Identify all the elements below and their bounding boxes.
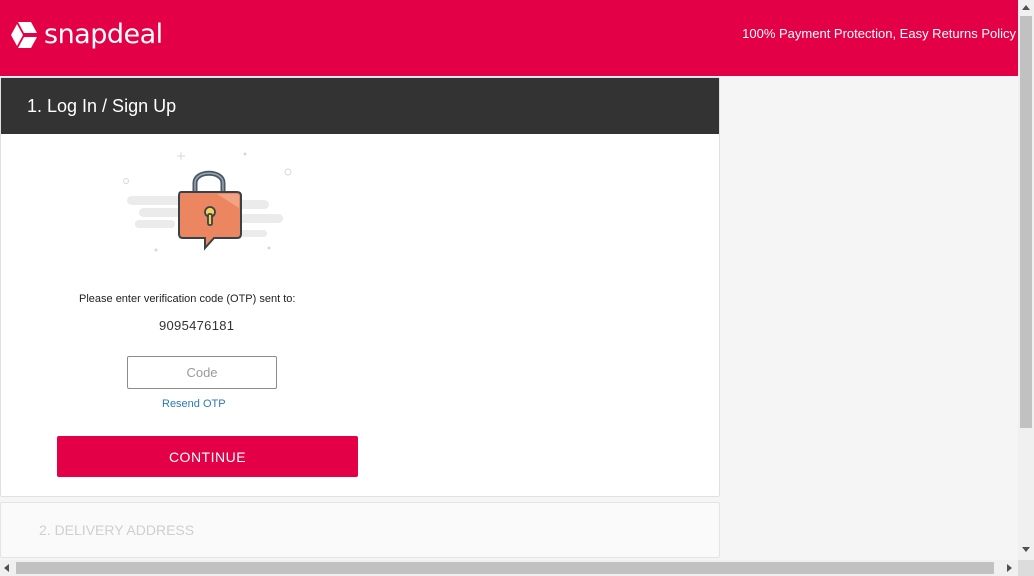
scroll-up-arrow-icon[interactable] xyxy=(1022,5,1030,10)
checkout-page: snapdeal 100% Payment Protection, Easy R… xyxy=(0,0,1034,576)
scroll-down-arrow-icon[interactable] xyxy=(1022,547,1030,552)
continue-button[interactable]: CONTINUE xyxy=(57,436,358,477)
header-tagline: 100% Payment Protection, Easy Returns Po… xyxy=(742,26,1016,41)
vertical-scroll-thumb[interactable] xyxy=(1020,16,1032,428)
otp-prompt: Please enter verification code (OTP) sen… xyxy=(79,293,296,305)
login-section-title: 1. Log In / Sign Up xyxy=(1,78,719,134)
snapdeal-logo-icon xyxy=(11,22,37,48)
brand-name: snapdeal xyxy=(44,19,163,50)
site-header: snapdeal 100% Payment Protection, Easy R… xyxy=(0,0,1018,76)
scroll-right-arrow-icon[interactable] xyxy=(1007,564,1012,572)
vertical-scrollbar[interactable] xyxy=(1018,0,1034,560)
delivery-address-title: 2. DELIVERY ADDRESS xyxy=(39,522,195,538)
lock-chat-icon xyxy=(123,152,292,252)
resend-otp-link[interactable]: Resend OTP xyxy=(162,398,226,410)
snapdeal-logo[interactable]: snapdeal xyxy=(9,20,163,50)
phone-number: 9095476181 xyxy=(159,318,235,333)
horizontal-scrollbar[interactable] xyxy=(0,560,1018,576)
login-section: 1. Log In / Sign Up Please enter verific… xyxy=(0,77,720,497)
delivery-address-section[interactable]: 2. DELIVERY ADDRESS xyxy=(0,502,720,558)
horizontal-scroll-thumb[interactable] xyxy=(16,562,994,574)
otp-code-input[interactable] xyxy=(127,356,277,389)
scrollbar-corner xyxy=(1018,560,1034,576)
scroll-left-arrow-icon[interactable] xyxy=(4,564,9,572)
